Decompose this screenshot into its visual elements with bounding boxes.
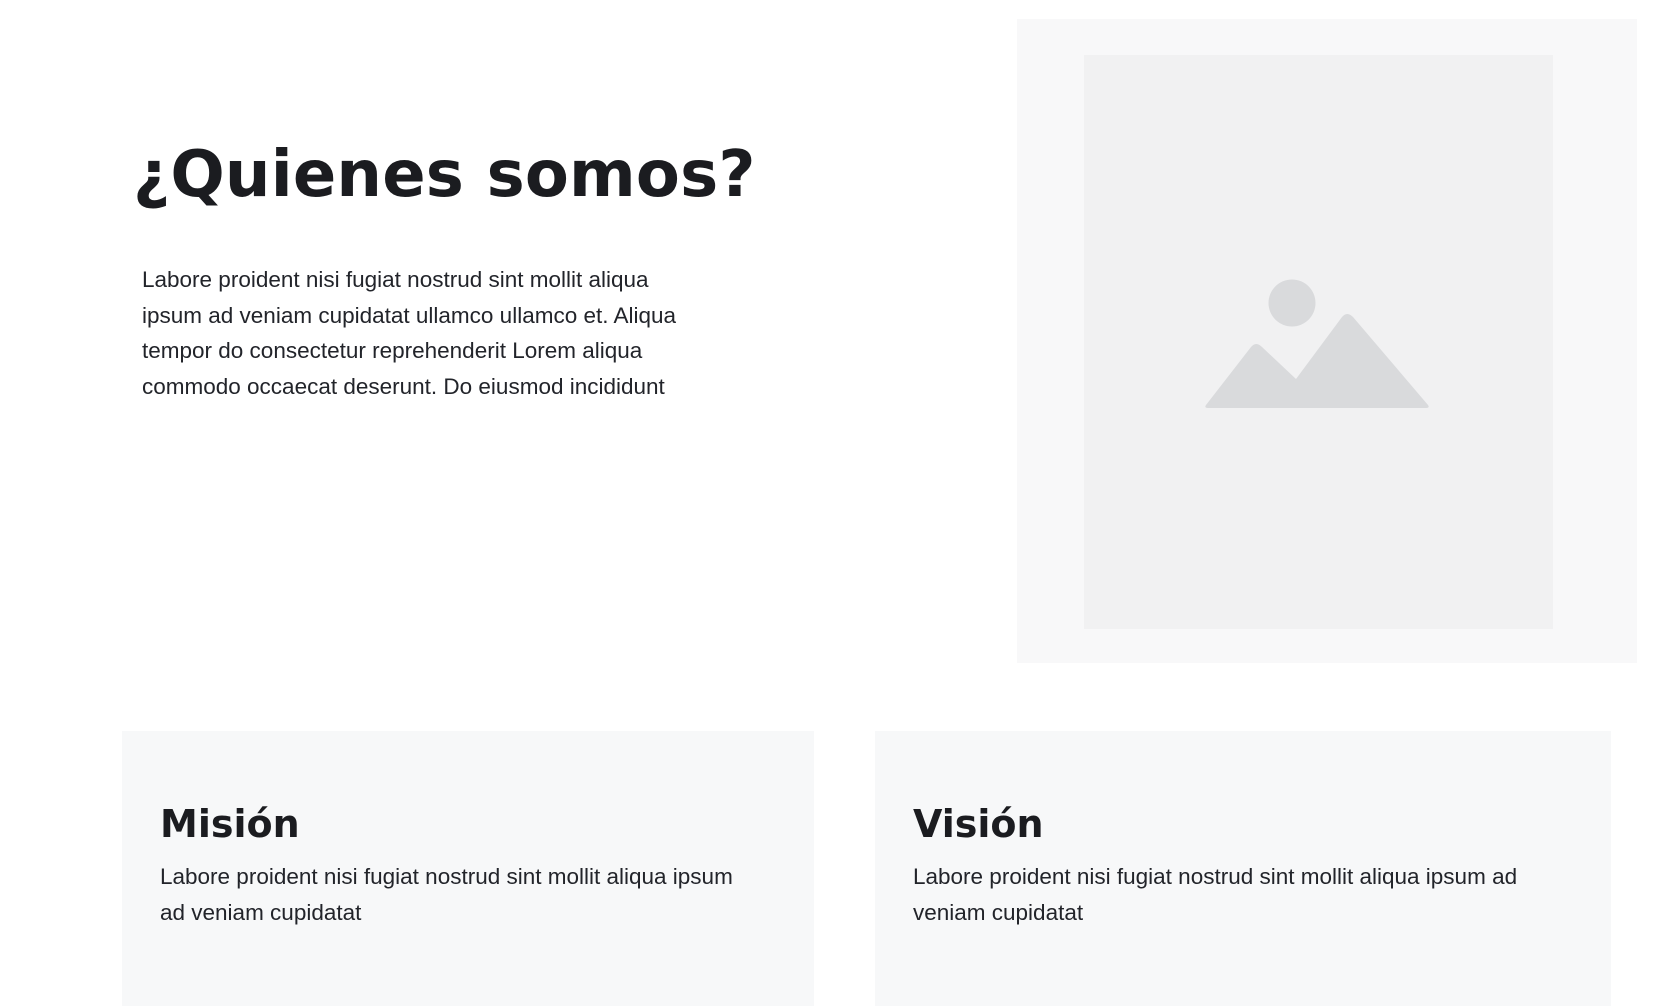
vision-title: Visión <box>913 802 1044 846</box>
mision-card: Misión Labore proident nisi fugiat nostr… <box>122 731 814 1006</box>
mision-description: Labore proident nisi fugiat nostrud sint… <box>160 864 733 925</box>
vision-description: Labore proident nisi fugiat nostrud sint… <box>913 864 1518 925</box>
image-placeholder-icon <box>1205 279 1429 408</box>
page-title: ¿Quienes somos? <box>133 138 756 212</box>
image-placeholder <box>1084 55 1553 629</box>
about-description: Labore proident nisi fugiat nostrud sint… <box>142 267 677 399</box>
mision-title: Misión <box>160 802 300 846</box>
vision-card: Visión Labore proident nisi fugiat nostr… <box>875 731 1611 1006</box>
image-panel <box>1017 19 1637 663</box>
